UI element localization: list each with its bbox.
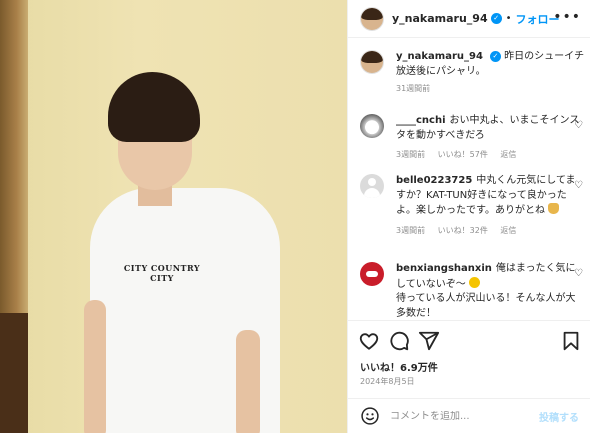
caption: y_nakamaru_94 ✓ 昨日のシューイチ放送後にパシャリ。 31週間前 [360, 50, 585, 94]
smile-emoji-icon [468, 276, 480, 288]
comments-list[interactable]: y_nakamaru_94 ✓ 昨日のシューイチ放送後にパシャリ。 31週間前 _… [348, 38, 590, 320]
caption-age: 31週間前 [396, 84, 431, 93]
likes-count[interactable]: いいね！6.9万件 [360, 359, 438, 374]
comment-item: belle0223725 中丸くん元気にしてますか？KAT-TUN好きになって良か… [360, 174, 585, 236]
post-date: 2024年8月5日 [360, 377, 415, 386]
bookmark-icon[interactable] [560, 330, 582, 352]
folded-hands-emoji-icon [548, 203, 560, 214]
comment-input[interactable] [390, 410, 539, 422]
post-actions: いいね！6.9万件 2024年8月5日 [348, 320, 590, 410]
share-icon[interactable] [418, 330, 440, 352]
heart-icon[interactable] [358, 330, 380, 352]
left-arm [84, 300, 106, 433]
separator: • [505, 13, 512, 24]
floor [0, 313, 28, 433]
comment-username[interactable]: benxiangshanxin [396, 263, 492, 274]
comment-text-continued: 待っている人が沢山いる！そんな人が大多数だ！ [396, 293, 576, 319]
comment-item: ____cnchi おい中丸よ、いまこそインスタを動かすべきだろ 3週間前 いいね… [360, 114, 585, 160]
more-icon[interactable]: ••• [553, 10, 581, 24]
post-comment-button[interactable]: 投稿する [539, 409, 579, 424]
verified-icon: ✓ [490, 13, 502, 24]
shirt-print: CITY COUNTRY CITY [123, 263, 201, 283]
comment-username[interactable]: belle0223725 [396, 175, 472, 186]
comment-username[interactable]: ____cnchi [396, 115, 446, 126]
comment-age: 3週間前 [396, 225, 426, 235]
header-username[interactable]: y_nakamaru_94 [392, 12, 488, 25]
avatar[interactable] [360, 6, 384, 31]
comment-likes[interactable]: いいね！32件 [438, 226, 488, 235]
emoji-icon[interactable] [360, 406, 380, 426]
reply-button[interactable]: 返信 [500, 226, 516, 235]
like-comment-heart-icon[interactable]: ♡ [574, 180, 583, 191]
like-comment-heart-icon[interactable]: ♡ [574, 268, 583, 279]
avatar[interactable] [360, 262, 384, 286]
comment-item: benxiangshanxin 俺はまったく気にしていないぞ〜 待っている人が沢山… [360, 262, 585, 320]
right-arm [236, 330, 260, 433]
comment-composer: 投稿する [348, 398, 590, 433]
post-side-panel: y_nakamaru_94 ✓ • フォロー ••• y_nakamaru_94… [347, 0, 590, 433]
verified-icon: ✓ [489, 51, 501, 62]
avatar[interactable] [360, 114, 384, 138]
post-header: y_nakamaru_94 ✓ • フォロー ••• [348, 0, 590, 38]
comment-age: 3週間前 [396, 150, 426, 159]
avatar[interactable] [360, 50, 384, 74]
comment-icon[interactable] [388, 330, 410, 352]
like-comment-heart-icon[interactable]: ♡ [574, 120, 583, 131]
reply-button[interactable]: 返信 [500, 150, 516, 159]
caption-username[interactable]: y_nakamaru_94 [396, 51, 483, 62]
post-photo[interactable]: CITY COUNTRY CITY [0, 0, 347, 433]
hair [108, 72, 200, 142]
comment-likes[interactable]: いいね！57件 [438, 150, 488, 159]
avatar[interactable] [360, 174, 384, 198]
